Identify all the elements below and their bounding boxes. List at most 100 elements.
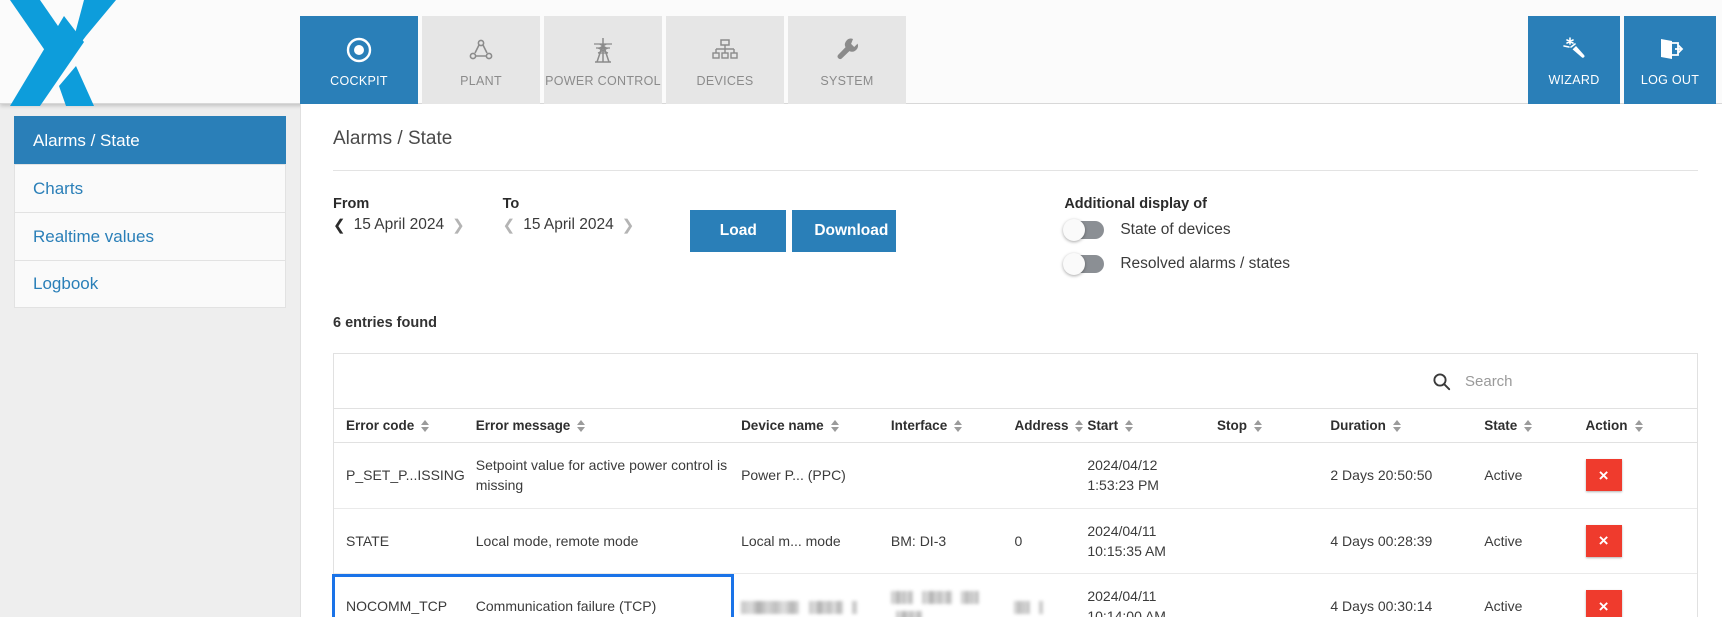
redacted-bar	[1039, 601, 1043, 614]
cell-error-code: P_SET_P...ISSING	[334, 443, 476, 509]
sort-icon[interactable]	[1075, 420, 1083, 432]
from-date-picker[interactable]: ❮ 15 April 2024 ❯	[333, 216, 465, 234]
devices-tree-icon	[710, 33, 740, 67]
sidebar-item-logbook[interactable]: Logbook	[14, 260, 286, 308]
sidebar-label-logbook: Logbook	[33, 274, 98, 294]
from-date-value[interactable]: 15 April 2024	[354, 216, 445, 234]
sort-icon[interactable]	[1254, 420, 1262, 432]
sidebar-item-alarms-state[interactable]: Alarms / State	[14, 116, 286, 164]
col-header-action[interactable]: Action	[1586, 409, 1697, 443]
wizard-button[interactable]: WIZARD	[1528, 16, 1620, 104]
brand-logo	[0, 0, 300, 104]
from-prev-arrow-icon[interactable]: ❮	[333, 218, 346, 233]
cell-start-date: 2024/04/12	[1087, 457, 1157, 473]
cell-action: ×	[1586, 443, 1697, 509]
delete-row-button[interactable]: ×	[1586, 590, 1622, 617]
delete-row-button[interactable]: ×	[1586, 459, 1622, 491]
col-label-error-message: Error message	[476, 418, 571, 433]
redacted-bar	[961, 591, 979, 604]
col-header-stop[interactable]: Stop	[1217, 409, 1330, 443]
nav-item-devices[interactable]: DEVICES	[666, 16, 784, 104]
redacted-bar	[922, 591, 952, 604]
sort-icon[interactable]	[1125, 420, 1133, 432]
app-header: COCKPIT PLANT POWER CONTR	[0, 0, 1722, 104]
load-button[interactable]: Load	[690, 210, 786, 252]
nav-item-cockpit[interactable]: COCKPIT	[300, 16, 418, 104]
cell-address-redacted	[1014, 574, 1087, 617]
toggle-resolved-alarms[interactable]	[1064, 255, 1104, 273]
cell-start-date: 2024/04/11	[1087, 588, 1156, 604]
nav-item-plant[interactable]: PLANT	[422, 16, 540, 104]
cell-state: Active	[1484, 574, 1585, 617]
to-next-arrow-icon[interactable]: ❯	[622, 218, 635, 233]
cell-error-code: STATE	[334, 508, 476, 574]
table-row[interactable]: NOCOMM_TCP Communication failure (TCP)	[334, 574, 1697, 617]
col-header-device-name[interactable]: Device name	[741, 409, 891, 443]
col-label-duration: Duration	[1330, 418, 1386, 433]
sort-icon[interactable]	[421, 420, 429, 432]
cell-interface	[891, 443, 1015, 509]
to-date-picker[interactable]: ❮ 15 April 2024 ❯	[503, 216, 635, 234]
sort-icon[interactable]	[577, 420, 585, 432]
col-label-error-code: Error code	[346, 418, 414, 433]
cell-stop	[1217, 574, 1330, 617]
nav-item-power-control[interactable]: POWER CONTROL	[544, 16, 662, 104]
sort-icon[interactable]	[1635, 420, 1643, 432]
nav-label-plant: PLANT	[460, 74, 502, 88]
search-icon[interactable]	[1432, 372, 1451, 391]
cell-error-code-text: NOCOMM_TCP	[346, 598, 447, 614]
redacted-bar	[896, 611, 922, 617]
col-header-duration[interactable]: Duration	[1330, 409, 1484, 443]
content-panel: Alarms / State From ❮ 15 April 2024 ❯ To…	[300, 104, 1722, 617]
col-label-action: Action	[1586, 418, 1628, 433]
cell-interface: BM: DI-3	[891, 508, 1015, 574]
sort-icon[interactable]	[954, 420, 962, 432]
col-header-start[interactable]: Start	[1087, 409, 1217, 443]
from-label: From	[333, 196, 465, 212]
cell-start-time: 10:14:00 AM	[1087, 608, 1166, 617]
to-date-value[interactable]: 15 April 2024	[523, 216, 614, 234]
table-search-bar	[334, 354, 1697, 408]
col-label-state: State	[1484, 418, 1517, 433]
sidebar-item-charts[interactable]: Charts	[14, 164, 286, 212]
additional-display-group: Additional display of State of devices R…	[1064, 196, 1290, 289]
cell-address	[1014, 443, 1087, 509]
to-prev-arrow-icon[interactable]: ❮	[503, 218, 516, 233]
cell-error-message: Setpoint value for active power control …	[476, 443, 741, 509]
col-label-address: Address	[1014, 418, 1068, 433]
from-next-arrow-icon[interactable]: ❯	[452, 218, 465, 233]
logout-door-icon	[1656, 33, 1684, 65]
delete-row-button[interactable]: ×	[1586, 525, 1622, 557]
cell-device-name: Power P... (PPC)	[741, 443, 891, 509]
sort-icon[interactable]	[1524, 420, 1532, 432]
col-label-interface: Interface	[891, 418, 947, 433]
col-header-address[interactable]: Address	[1014, 409, 1087, 443]
cell-start-time: 10:15:35 AM	[1087, 543, 1166, 559]
col-header-interface[interactable]: Interface	[891, 409, 1015, 443]
download-button[interactable]: Download	[792, 210, 896, 252]
magic-wand-icon	[1560, 33, 1588, 65]
col-header-error-code[interactable]: Error code	[334, 409, 476, 443]
filter-row: From ❮ 15 April 2024 ❯ To ❮ 15 April 202…	[333, 171, 1698, 289]
col-header-error-message[interactable]: Error message	[476, 409, 741, 443]
toggle-knob	[1063, 253, 1085, 275]
nav-item-system[interactable]: SYSTEM	[788, 16, 906, 104]
toggle-row-resolved-alarms: Resolved alarms / states	[1064, 255, 1290, 273]
redacted-bar	[852, 601, 857, 614]
nav-label-cockpit: COCKPIT	[330, 74, 388, 88]
cell-state: Active	[1484, 508, 1585, 574]
table-row[interactable]: P_SET_P...ISSING Setpoint value for acti…	[334, 443, 1697, 509]
cell-address: 0	[1014, 508, 1087, 574]
nav-label-power-control: POWER CONTROL	[545, 74, 661, 88]
power-tower-icon	[588, 33, 618, 67]
search-input[interactable]	[1465, 373, 1675, 390]
toggle-state-of-devices[interactable]	[1064, 221, 1104, 239]
sort-icon[interactable]	[1393, 420, 1401, 432]
col-header-state[interactable]: State	[1484, 409, 1585, 443]
sidebar-item-realtime-values[interactable]: Realtime values	[14, 212, 286, 260]
sort-icon[interactable]	[831, 420, 839, 432]
logout-button[interactable]: LOG OUT	[1624, 16, 1716, 104]
alarms-table: Error code Error message Device name	[334, 408, 1697, 617]
cell-start: 2024/04/11 10:14:00 AM	[1087, 574, 1217, 617]
table-row[interactable]: STATE Local mode, remote mode Local m...…	[334, 508, 1697, 574]
